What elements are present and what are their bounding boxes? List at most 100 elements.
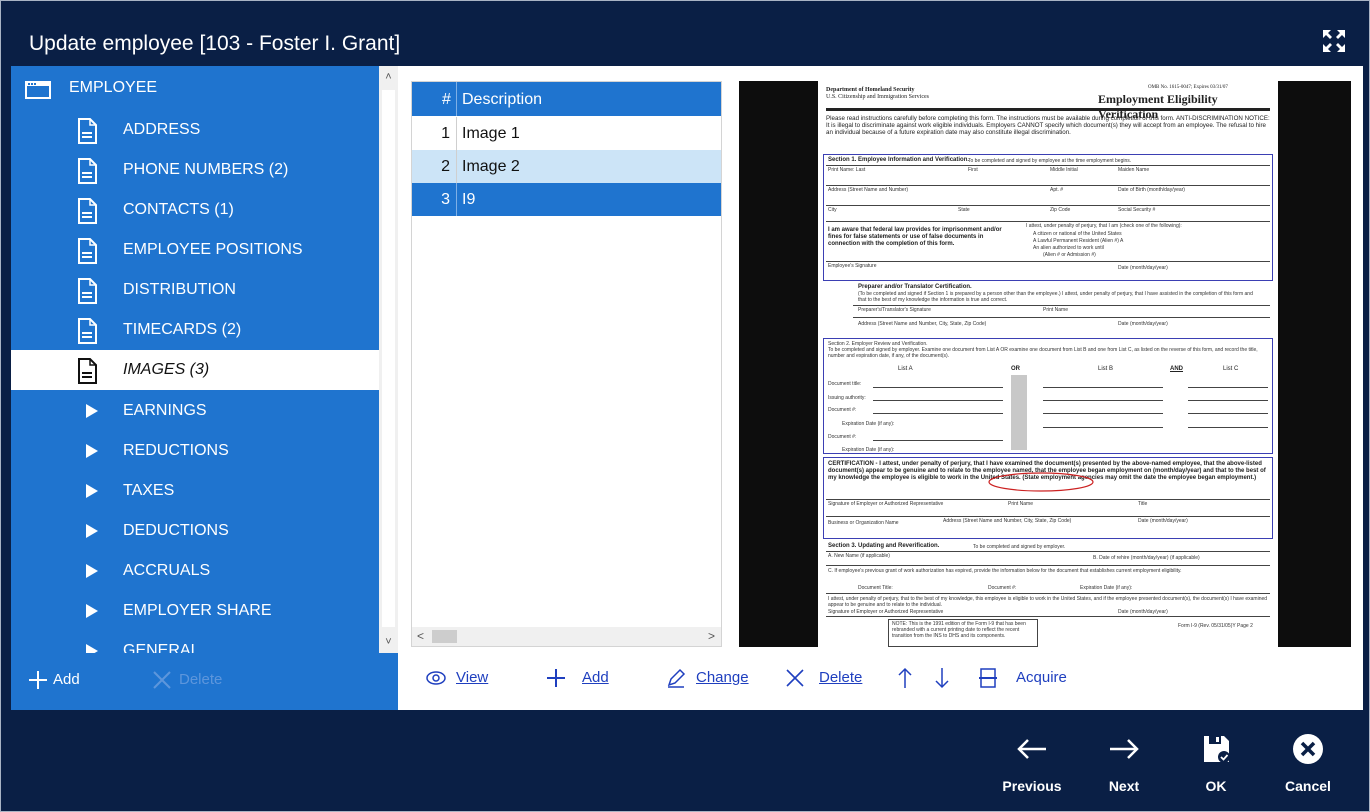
view-button[interactable]: View [456,669,488,686]
fullscreen-icon[interactable] [1319,26,1349,56]
arrow-up-icon[interactable] [898,667,912,689]
scroll-right-icon[interactable]: > [708,629,715,643]
ok-button[interactable]: OK [1181,728,1251,796]
plus-icon[interactable] [29,671,47,689]
update-employee-window: Update employee [103 - Foster I. Grant] [0,0,1370,812]
column-header-number[interactable]: # [442,91,451,109]
expand-arrow-icon [86,484,98,498]
expand-arrow-icon [86,644,98,653]
s1-address: Address (Street Name and Number) [828,187,909,193]
pencil-icon[interactable] [666,668,686,688]
sidebar-item-address[interactable]: ADDRESS [11,110,379,150]
change-button[interactable]: Change [696,669,749,686]
scroll-thumb[interactable] [432,630,457,643]
plus-icon[interactable] [546,668,566,688]
s1-state: State [958,207,970,213]
sidebar-item-employer-share[interactable]: EMPLOYER SHARE [11,591,379,631]
sidebar-item-images[interactable]: IMAGES (3) [11,350,379,390]
doc-agency-sub: U.S. Citizenship and Immigration Service… [826,94,929,100]
preparer-note: (To be completed and signed if Section 1… [858,291,1253,303]
s3-date: Date (month/day/year) [1118,609,1168,615]
sidebar-item-label: DISTRIBUTION [123,281,236,298]
close-icon[interactable] [785,668,805,688]
sidebar-item-general[interactable]: GENERAL [11,631,379,653]
acquire-button[interactable]: Acquire [1016,669,1067,686]
column-divider [456,117,457,150]
sidebar-item-phone-numbers[interactable]: PHONE NUMBERS (2) [11,150,379,190]
sidebar-item-label: IMAGES (3) [123,361,210,378]
scroll-down-icon[interactable]: ˅ [379,631,398,653]
sidebar-item-deductions[interactable]: DEDUCTIONS [11,511,379,551]
s1-maiden: Maiden Name [1118,167,1150,173]
scanner-icon[interactable] [979,667,997,689]
document-icon [78,118,97,144]
cancel-button[interactable]: Cancel [1273,728,1343,796]
scroll-thumb[interactable] [382,90,395,627]
s3-doc-title: Document Title: [858,585,893,591]
section-2-note: To be completed and signed by employer. … [828,347,1258,359]
table-row[interactable]: 1 Image 1 [412,117,721,150]
table-row[interactable]: 2 Image 2 [412,150,721,183]
sidebar-item-distribution[interactable]: DISTRIBUTION [11,270,379,310]
s1-city: City [828,207,837,213]
document-icon [78,238,97,264]
s1-dob: Date of Birth (month/day/year) [1118,187,1185,193]
s1-apt: Apt. # [1050,187,1064,193]
s1-ssn: Social Security # [1118,207,1156,213]
s1-first: First [968,167,978,173]
list-c: List C [1223,366,1239,372]
sidebar-item-label: EMPLOYER SHARE [123,602,272,619]
delete-button[interactable]: Delete [819,669,862,686]
sidebar-item-taxes[interactable]: TAXES [11,471,379,511]
sidebar-item-label: CONTACTS (1) [123,201,234,218]
previous-label: Previous [1002,778,1062,794]
doc-num2-label: Document #: [828,434,857,440]
sidebar-item-accruals[interactable]: ACCRUALS [11,551,379,591]
sidebar-delete-button[interactable]: Delete [179,671,222,688]
section-3-note: To be completed and signed by employer. [973,544,1066,550]
sidebar-item-label: EMPLOYEE POSITIONS [123,241,303,258]
table-row[interactable]: 3 I9 [412,183,721,216]
row-number: 1 [441,125,450,142]
ok-label: OK [1205,778,1227,794]
previous-button[interactable]: Previous [997,728,1067,796]
next-button[interactable]: Next [1089,728,1159,796]
document-icon [78,198,97,224]
section-1-title: Section 1. Employee Information and Veri… [828,157,970,163]
or-divider-bar [1011,375,1027,450]
sidebar-item-timecards[interactable]: TIMECARDS (2) [11,310,379,350]
s1-sig: Employee's Signature [828,263,877,269]
image-action-bar: View Add Change Delete Acquire [398,647,1363,710]
doc-omb: OMB No. 1615-0047; Expires 03/31/07 [1148,85,1228,90]
window-icon [25,81,51,99]
column-header-description[interactable]: Description [462,91,542,109]
cert-sig: Signature of Employer or Authorized Repr… [828,501,944,507]
scroll-up-icon[interactable]: ˄ [379,66,398,88]
sidebar-scrollbar[interactable]: ˄ ˅ [379,66,398,653]
cert-date: Date (month/day/year) [1138,518,1188,524]
arrow-down-icon[interactable] [935,667,949,689]
eye-icon[interactable] [426,671,446,685]
row-description: Image 2 [462,158,520,175]
image-preview: Department of Homeland Security U.S. Cit… [739,81,1351,647]
add-button[interactable]: Add [582,669,609,686]
sidebar-item-reductions[interactable]: REDUCTIONS [11,431,379,471]
list-horizontal-scrollbar[interactable]: < > [412,627,721,646]
sidebar-item-employee[interactable]: EMPLOYEE [11,68,379,108]
doc-num-label: Document #: [828,407,857,413]
sidebar-footer: Add Delete [11,653,398,710]
sidebar-item-label: ADDRESS [123,121,201,138]
sidebar-item-contacts[interactable]: CONTACTS (1) [11,190,379,230]
scroll-left-icon[interactable]: < [417,629,424,643]
sidebar-add-button[interactable]: Add [53,671,80,688]
i9-document-image: Department of Homeland Security U.S. Cit… [818,81,1278,647]
content-panel: # Description 1 Image 1 2 Image 2 3 I9 < [398,66,1363,710]
s1-opt3: An alien authorized to work until [1033,245,1104,251]
cert-addr: Address (Street Name and Number, City, S… [943,518,1072,524]
sidebar-item-employee-positions[interactable]: EMPLOYEE POSITIONS [11,230,379,270]
close-icon [153,671,171,689]
s3-sig: Signature of Employer or Authorized Repr… [828,609,944,615]
sidebar-item-earnings[interactable]: EARNINGS [11,391,379,431]
s1-print-name: Print Name: Last [828,167,866,173]
exp-date2-label: Expiration Date (if any): [842,447,895,453]
